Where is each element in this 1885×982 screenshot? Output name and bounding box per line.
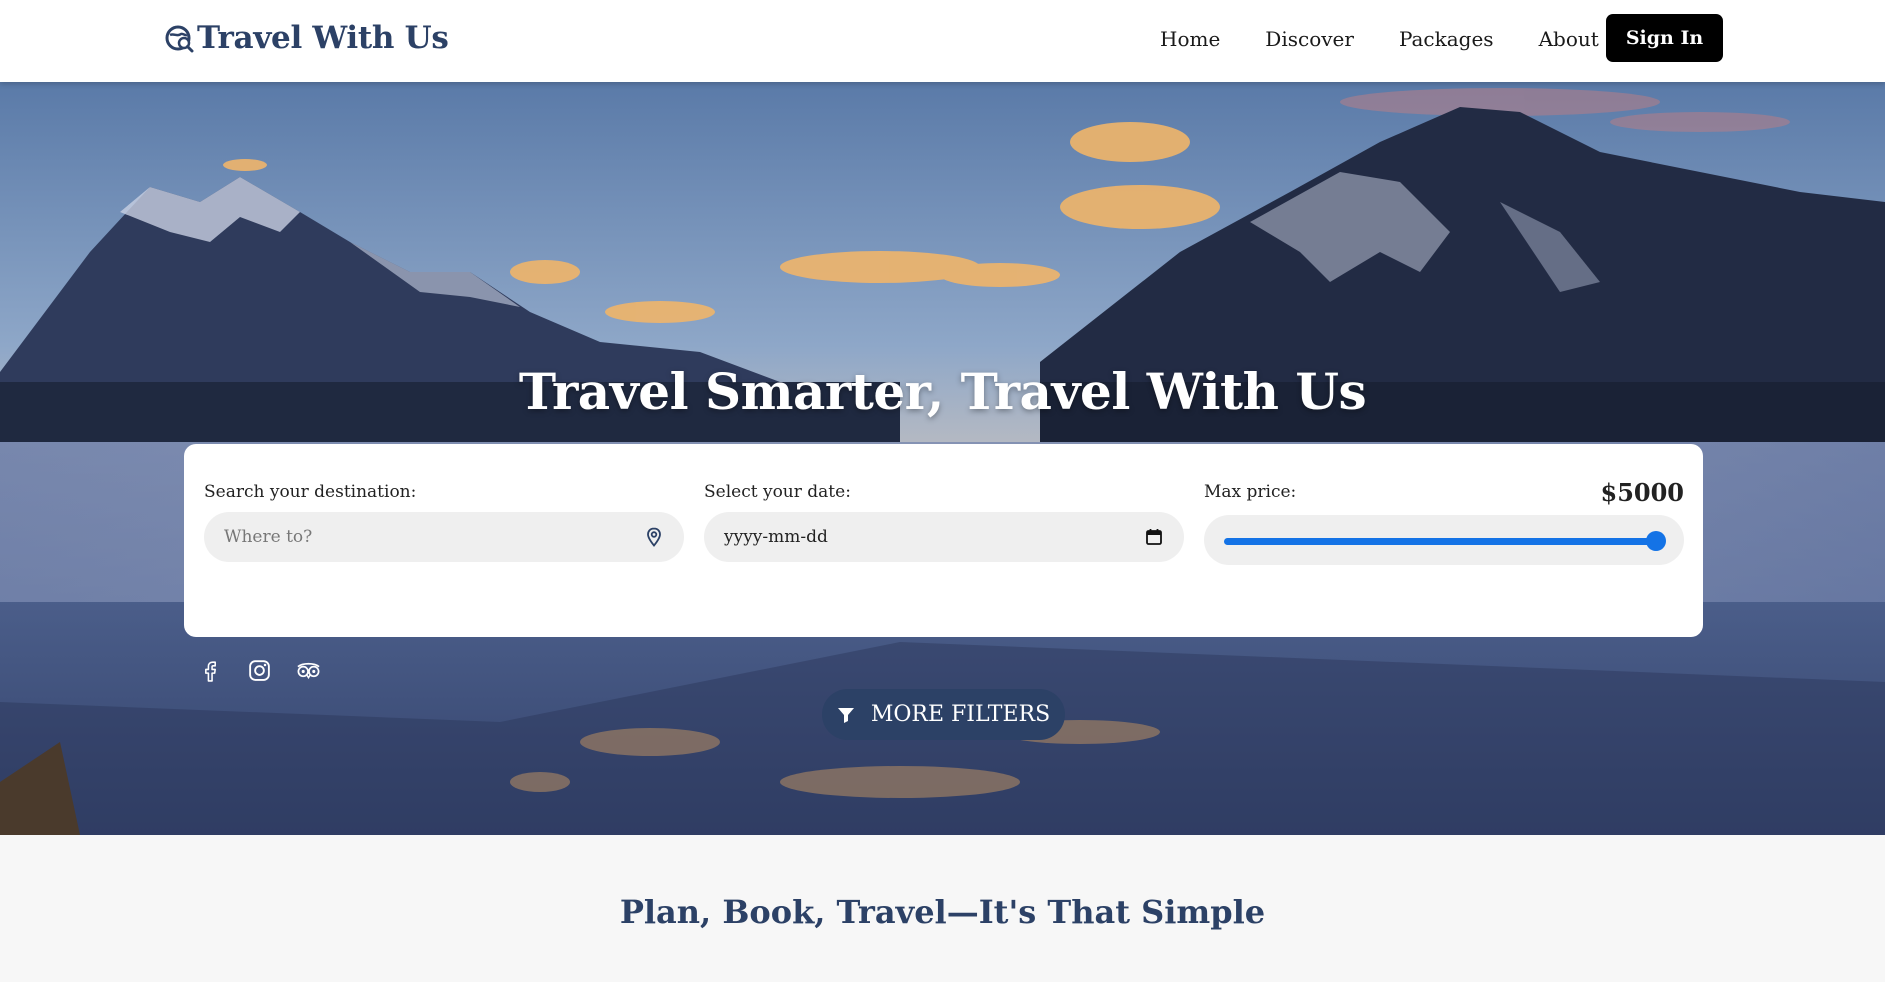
map-pin-icon — [647, 527, 661, 547]
more-filters-label: MORE FILTERS — [870, 702, 1051, 727]
date-input[interactable]: yyyy-mm-dd — [704, 527, 1124, 547]
social-links — [198, 658, 321, 683]
price-value: $5000 — [1600, 478, 1685, 507]
sign-in-button[interactable]: Sign In — [1606, 14, 1723, 62]
nav-packages[interactable]: Packages — [1399, 27, 1494, 51]
instagram-icon[interactable] — [247, 658, 272, 683]
navbar: Travel With Us Home Discover Packages Ab… — [0, 0, 1885, 82]
slider-track[interactable] — [1224, 538, 1656, 545]
slider-thumb[interactable] — [1646, 531, 1666, 551]
destination-box[interactable] — [204, 512, 684, 562]
nav-home[interactable]: Home — [1160, 27, 1220, 51]
main-nav: Home Discover Packages About — [1160, 27, 1599, 51]
funnel-icon — [837, 707, 854, 723]
tripadvisor-icon[interactable] — [296, 658, 321, 683]
date-field: Select your date: yyyy-mm-dd — [704, 482, 1184, 562]
hero-section: Travel Smarter, Travel With Us Search yo… — [0, 82, 1885, 835]
calendar-icon[interactable] — [1144, 527, 1164, 547]
brand-logo[interactable]: Travel With Us — [165, 20, 449, 56]
destination-label: Search your destination: — [204, 482, 417, 502]
search-card: Search your destination: Select your dat… — [184, 444, 1703, 637]
facebook-icon[interactable] — [198, 658, 223, 683]
destination-field: Search your destination: — [204, 482, 684, 562]
more-filters-button[interactable]: MORE FILTERS — [822, 689, 1065, 740]
price-slider[interactable] — [1204, 515, 1684, 565]
date-box[interactable]: yyyy-mm-dd — [704, 512, 1184, 562]
price-field: Max price: $5000 — [1204, 478, 1684, 565]
section-title: Plan, Book, Travel—It's That Simple — [619, 893, 1266, 931]
globe-search-icon — [165, 25, 194, 53]
hero-title: Travel Smarter, Travel With Us — [518, 362, 1367, 421]
nav-about[interactable]: About — [1539, 27, 1599, 51]
destination-input[interactable] — [204, 526, 626, 548]
date-label: Select your date: — [704, 482, 851, 502]
brand-name: Travel With Us — [197, 20, 449, 56]
nav-discover[interactable]: Discover — [1265, 27, 1354, 51]
